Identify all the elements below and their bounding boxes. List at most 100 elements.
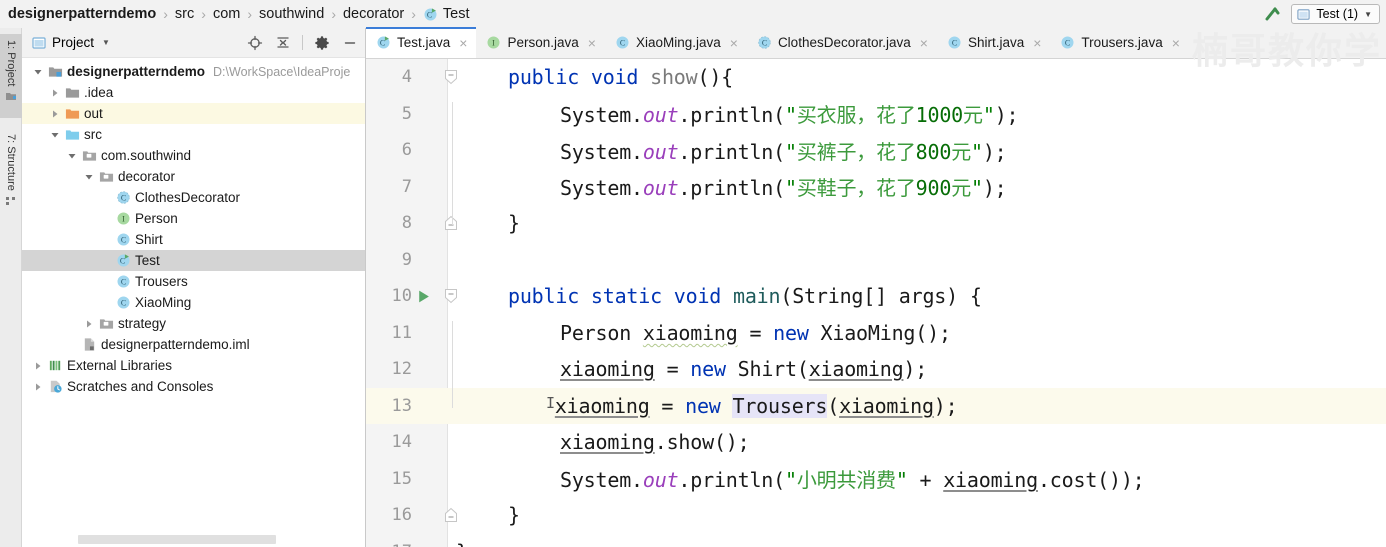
tree-node-designerpatterndemo-iml[interactable]: designerpatterndemo.iml [22, 334, 365, 355]
code-token: . [631, 103, 643, 128]
breadcrumb-item-label: src [174, 6, 195, 22]
tree-node-trousers[interactable]: C Trousers [22, 271, 365, 292]
chevron-right-icon[interactable] [47, 109, 63, 119]
code-line[interactable]: 15 System.out.println("小明共消费" + xiaoming.… [366, 461, 1386, 498]
tree-node-decorator[interactable]: decorator [22, 166, 365, 187]
chevron-right-icon[interactable] [81, 319, 97, 329]
code-token: . [631, 468, 643, 493]
close-icon[interactable]: × [1172, 36, 1180, 50]
code-token: " [785, 468, 797, 493]
code-line[interactable]: 16} [366, 497, 1386, 534]
code-token: public [508, 284, 580, 309]
code-line[interactable]: 9 [366, 242, 1386, 279]
tree-node-com-southwind[interactable]: com.southwind [22, 145, 365, 166]
code-line[interactable]: 10 public static void main(String[] args)… [366, 278, 1386, 315]
breadcrumb-item-southwind[interactable]: southwind [259, 6, 324, 22]
tree-node-test[interactable]: C Test [22, 250, 365, 271]
tree-node-clothesdecorator[interactable]: C ClothesDecorator [22, 187, 365, 208]
editor-tab-shirt-java[interactable]: C Shirt.java × [937, 27, 1050, 58]
tree-node-person[interactable]: I Person [22, 208, 365, 229]
code-line[interactable]: 5 System.out.println("买衣服，花了1000元"); [366, 96, 1386, 133]
code-line[interactable]: 4 public void show(){ [366, 59, 1386, 96]
build-hammer-icon[interactable] [1261, 3, 1283, 25]
tree-node-xiaoming[interactable]: C XiaoMing [22, 292, 365, 313]
editor-tab-label: Person.java [507, 35, 579, 50]
sidebar-item-project[interactable]: 1: Project [0, 34, 22, 118]
line-number: 14 [391, 432, 412, 453]
chevron-down-icon[interactable] [47, 130, 63, 140]
breadcrumb-item-com[interactable]: com [213, 6, 240, 22]
code-token: ); [994, 103, 1019, 128]
code-text: public static void main(String[] args) { [448, 284, 982, 308]
breadcrumb-item-designerpatterndemo[interactable]: designerpatterndemo [8, 6, 156, 22]
chevron-down-icon[interactable]: ▼ [102, 38, 110, 47]
code-text: } [448, 211, 520, 235]
code-token: new [685, 393, 721, 418]
sidebar-item-structure[interactable]: 7: Structure [0, 128, 22, 232]
editor-tab-xiaoming-java[interactable]: C XiaoMing.java × [605, 27, 747, 58]
editor-tab-trousers-java[interactable]: C Trousers.java × [1050, 27, 1188, 58]
code-line[interactable]: 8} [366, 205, 1386, 242]
scrollbar-thumb[interactable] [78, 535, 276, 544]
close-icon[interactable]: × [730, 36, 738, 50]
breadcrumb-item-label: southwind [259, 6, 325, 22]
collapse-all-icon[interactable] [274, 34, 292, 52]
svg-text:C: C [120, 194, 125, 203]
tree-node--idea[interactable]: .idea [22, 82, 365, 103]
code-line[interactable]: 11 Person xiaoming = new XiaoMing(); [366, 315, 1386, 352]
code-token: System [560, 139, 632, 164]
chevron-right-icon[interactable] [30, 382, 46, 392]
tree-node-designerpatterndemo[interactable]: designerpatterndemo D:\WorkSpace\IdeaProj… [22, 61, 365, 82]
chevron-down-icon[interactable] [81, 172, 97, 182]
editor-tab-clothesdecorator-java[interactable]: C ClothesDecorator.java × [747, 27, 937, 58]
project-panel-title[interactable]: Project ▼ [32, 35, 110, 50]
code-line[interactable]: 6 System.out.println("买裤子，花了800元"); [366, 132, 1386, 169]
run-configuration-selector[interactable]: Test (1) ▼ [1291, 4, 1380, 24]
tree-node-label: decorator [118, 169, 176, 184]
code-token: main [733, 284, 781, 309]
editor-tab-test-java[interactable]: C Test.java × [366, 27, 477, 58]
code-token: 1000 [915, 103, 964, 128]
code-token: " [971, 176, 983, 201]
chevron-down-icon[interactable] [30, 67, 46, 77]
tree-node-shirt[interactable]: C Shirt [22, 229, 365, 250]
breadcrumb-bar: designerpatterndemo › src › com › southwind › de… [0, 0, 1386, 28]
code-editor[interactable]: 4 public void show(){5 System.out.println(… [366, 59, 1386, 547]
code-line[interactable]: 14 xiaoming.show(); [366, 424, 1386, 461]
code-line[interactable]: 17} [366, 534, 1386, 547]
project-tree-hscrollbar[interactable] [22, 531, 357, 547]
code-token: ); [933, 393, 958, 418]
tree-node-label: Shirt [135, 232, 163, 247]
svg-text:C: C [120, 236, 125, 245]
breadcrumb-separator: › [411, 6, 416, 22]
run-gutter-icon[interactable] [416, 289, 432, 304]
chevron-down-icon[interactable] [64, 151, 80, 161]
tree-node-src[interactable]: src [22, 124, 365, 145]
tree-node-scratches-and-consoles[interactable]: Scratches and Consoles [22, 376, 365, 397]
code-line[interactable]: 7 System.out.println("买鞋子，花了900元"); [366, 169, 1386, 206]
line-number: 7 [401, 176, 412, 197]
tree-node-strategy[interactable]: strategy [22, 313, 365, 334]
svg-text:C: C [119, 257, 124, 266]
close-icon[interactable]: × [920, 36, 928, 50]
hide-panel-icon[interactable] [341, 34, 359, 52]
breadcrumb-item-test[interactable]: C Test [423, 6, 470, 22]
tree-node-external-libraries[interactable]: External Libraries [22, 355, 365, 376]
locate-icon[interactable] [246, 34, 264, 52]
chevron-down-icon[interactable]: ▼ [1364, 10, 1372, 19]
gear-icon[interactable] [313, 34, 331, 52]
chevron-right-icon[interactable] [47, 88, 63, 98]
close-icon[interactable]: × [1033, 36, 1041, 50]
project-tree[interactable]: designerpatterndemo D:\WorkSpace\IdeaProj… [22, 58, 365, 531]
breadcrumb-item-decorator[interactable]: decorator [343, 6, 404, 22]
chevron-right-icon[interactable] [30, 361, 46, 371]
tree-node-out[interactable]: out [22, 103, 365, 124]
close-icon[interactable]: × [588, 36, 596, 50]
code-line[interactable]: 12 xiaoming = new Shirt(xiaoming); [366, 351, 1386, 388]
editor-tab-person-java[interactable]: I Person.java × [476, 27, 604, 58]
code-line[interactable]: 13 Ixiaoming = new Trousers(xiaoming); [366, 387, 1386, 424]
idea-window: designerpatterndemo › src › com › southwind › de… [0, 0, 1386, 547]
close-icon[interactable]: × [459, 36, 467, 50]
breadcrumb-item-src[interactable]: src [175, 6, 194, 22]
